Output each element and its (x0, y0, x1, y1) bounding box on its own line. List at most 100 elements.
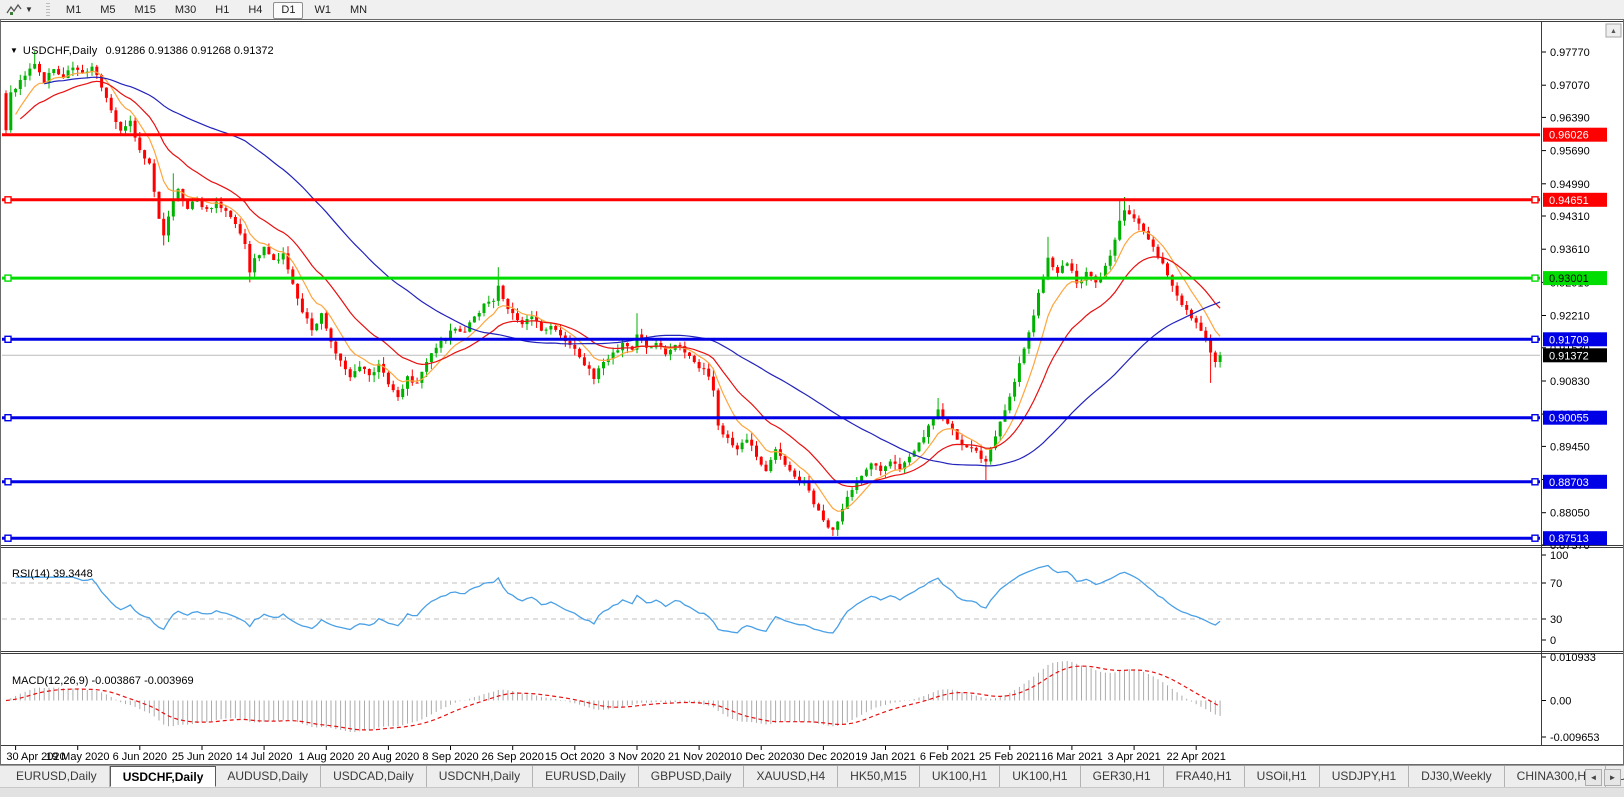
current-price-label: 0.91372 (1543, 348, 1607, 362)
date-label: 15 Oct 2020 (545, 751, 605, 763)
line-handle (5, 479, 11, 485)
timeframe-button-MN[interactable]: MN (342, 2, 375, 19)
timeframe-button-W1[interactable]: W1 (306, 2, 339, 19)
tab-gbpusd-daily[interactable]: GBPUSD,Daily (639, 766, 745, 787)
date-label: 19 May 2020 (46, 751, 110, 763)
tab-xauusd-h4[interactable]: XAUUSD,H4 (744, 766, 838, 787)
tab-usdjpy-h1[interactable]: USDJPY,H1 (1320, 766, 1409, 787)
tab-uk100-h1[interactable]: UK100,H1 (1000, 766, 1080, 787)
chart-tab-bar: EURUSD,DailyUSDCHF,DailyAUDUSD,DailyUSDC… (0, 765, 1624, 797)
macd-axis-tick: 0.00 (1550, 696, 1571, 708)
date-label: 14 Jul 2020 (236, 751, 293, 763)
tab-usdchf-daily[interactable]: USDCHF,Daily (110, 766, 217, 787)
price-tick: 0.94990 (1550, 179, 1590, 191)
date-label: 26 Sep 2020 (482, 751, 544, 763)
hline-price-label-0.96026: 0.96026 (1543, 128, 1607, 142)
timeframe-button-H4[interactable]: H4 (240, 2, 270, 19)
top-toolbar: ▼ M1M5M15M30H1H4D1W1MN (0, 0, 1624, 20)
price-tick: 0.94310 (1550, 211, 1590, 223)
date-label: 30 Dec 2020 (792, 751, 854, 763)
hline-price-label-0.93001: 0.93001 (1543, 271, 1607, 285)
hline-price-label-0.94651: 0.94651 (1543, 193, 1607, 207)
date-label: 3 Nov 2020 (609, 751, 665, 763)
line-handle (5, 275, 11, 281)
svg-text:▲: ▲ (1610, 28, 1617, 35)
line-handle (1532, 336, 1538, 342)
hline-price-label-0.88703: 0.88703 (1543, 475, 1607, 489)
rsi-axis-tick: 0 (1550, 635, 1556, 647)
price-tick: 0.93610 (1550, 244, 1590, 256)
price-tick: 0.88050 (1550, 508, 1590, 520)
svg-text:0.91709: 0.91709 (1549, 334, 1589, 346)
tab-usoil-h1[interactable]: USOil,H1 (1245, 766, 1320, 787)
line-handle (1532, 197, 1538, 203)
svg-text:0.96026: 0.96026 (1549, 130, 1589, 142)
tab-audusd-daily[interactable]: AUDUSD,Daily (215, 766, 321, 787)
price-tick: 0.92210 (1550, 311, 1590, 323)
hline-price-label-0.91709: 0.91709 (1543, 332, 1607, 346)
line-handle (1532, 535, 1538, 541)
svg-text:0.87513: 0.87513 (1549, 533, 1589, 545)
line-handle (5, 197, 11, 203)
date-label: 16 Mar 2021 (1041, 751, 1103, 763)
date-label: 25 Jun 2020 (172, 751, 233, 763)
timeframe-button-H1[interactable]: H1 (207, 2, 237, 19)
date-label: 25 Feb 2021 (979, 751, 1041, 763)
line-handle (5, 535, 11, 541)
price-tick: 0.90830 (1550, 376, 1590, 388)
date-label: 19 Jan 2021 (855, 751, 916, 763)
chart-line-icon (6, 3, 22, 16)
tab-dj30-weekly[interactable]: DJ30,Weekly (1409, 766, 1504, 787)
timeframe-button-M15[interactable]: M15 (126, 2, 163, 19)
tab-usdcad-daily[interactable]: USDCAD,Daily (321, 766, 427, 787)
macd-axis-tick: -0.009653 (1550, 732, 1600, 744)
chart-workspace[interactable]: 0.977700.970700.963900.956900.949900.943… (0, 19, 1624, 765)
rsi-axis-tick: 70 (1550, 578, 1562, 590)
tab-eurusd-daily[interactable]: EURUSD,Daily (533, 766, 639, 787)
rsi-axis-tick: 100 (1550, 550, 1568, 562)
rsi-axis-tick: 30 (1550, 614, 1562, 626)
date-label: 1 Aug 2020 (298, 751, 354, 763)
line-handle (5, 415, 11, 421)
date-label: 22 Apr 2021 (1167, 751, 1226, 763)
line-handle (1532, 479, 1538, 485)
price-tick: 0.97770 (1550, 47, 1590, 59)
tab-scroll-buttons: ◄ ► (1585, 769, 1621, 786)
macd-axis-tick: 0.010933 (1550, 652, 1596, 664)
price-tick: 0.89450 (1550, 441, 1590, 453)
price-tick: 0.95690 (1550, 146, 1590, 158)
svg-text:0.90055: 0.90055 (1549, 413, 1589, 425)
date-label: 10 Dec 2020 (730, 751, 792, 763)
svg-text:0.91372: 0.91372 (1549, 350, 1589, 362)
date-label: 6 Feb 2021 (920, 751, 976, 763)
svg-text:0.94651: 0.94651 (1549, 195, 1589, 207)
chart-tabs: EURUSD,DailyUSDCHF,DailyAUDUSD,DailyUSDC… (0, 766, 1624, 787)
tab-hk50-m15[interactable]: HK50,M15 (838, 766, 920, 787)
chart-canvas[interactable]: 0.977700.970700.963900.956900.949900.943… (0, 19, 1624, 765)
tab-uk100-h1[interactable]: UK100,H1 (920, 766, 1000, 787)
date-label: 6 Jun 2020 (113, 751, 167, 763)
date-label: 20 Aug 2020 (358, 751, 420, 763)
timeframe-button-M1[interactable]: M1 (58, 2, 89, 19)
timeframe-button-D1[interactable]: D1 (273, 2, 303, 19)
tab-ger30-h1[interactable]: GER30,H1 (1081, 766, 1164, 787)
timeframe-button-group: M1M5M15M30H1H4D1W1MN (58, 0, 378, 19)
tab-usdcnh-daily[interactable]: USDCNH,Daily (427, 766, 533, 787)
tab-fra40-h1[interactable]: FRA40,H1 (1164, 766, 1245, 787)
price-tick: 0.97070 (1550, 80, 1590, 92)
line-studies-tool-button[interactable]: ▼ (3, 2, 36, 17)
tab-scroll-right-button[interactable]: ► (1604, 769, 1621, 786)
chevron-down-icon: ▼ (25, 5, 33, 14)
line-handle (1532, 275, 1538, 281)
date-label: 3 Apr 2021 (1107, 751, 1160, 763)
hline-price-label-0.87513: 0.87513 (1543, 531, 1607, 545)
tab-eurusd-daily[interactable]: EURUSD,Daily (4, 766, 110, 787)
date-label: 8 Sep 2020 (422, 751, 478, 763)
svg-text:0.93001: 0.93001 (1549, 273, 1589, 285)
timeframe-button-M5[interactable]: M5 (92, 2, 123, 19)
date-label: 21 Nov 2020 (668, 751, 730, 763)
axis-scroll-button[interactable]: ▲ (1606, 24, 1621, 37)
toolbar-grip (46, 3, 50, 16)
timeframe-button-M30[interactable]: M30 (167, 2, 204, 19)
tab-scroll-left-button[interactable]: ◄ (1585, 769, 1602, 786)
